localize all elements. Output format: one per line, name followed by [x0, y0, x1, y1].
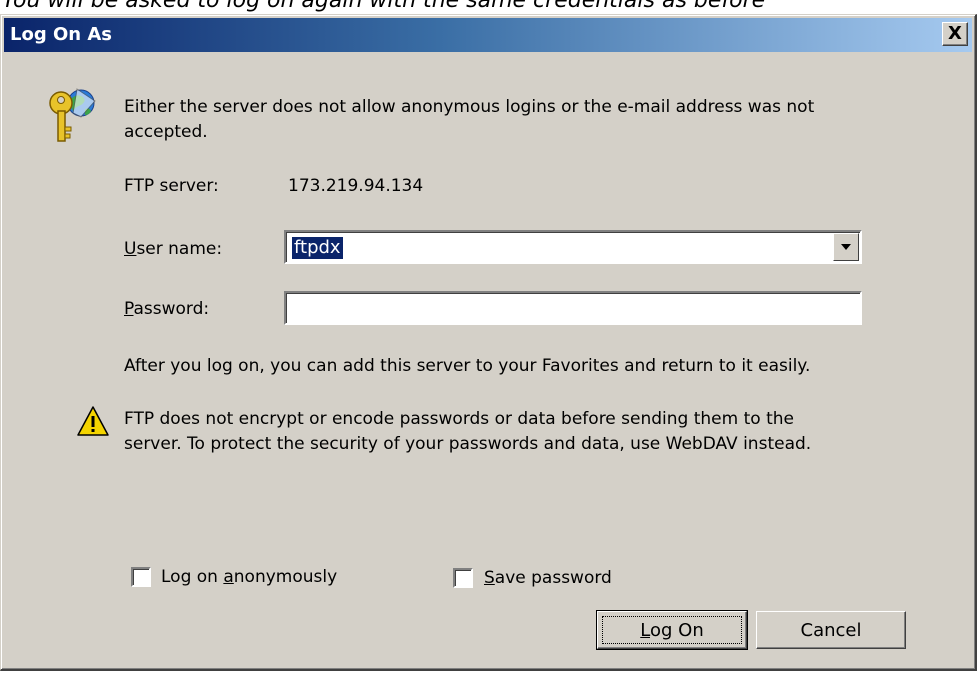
log-on-as-dialog: Log On As X Either the server does not a… [0, 14, 977, 671]
chevron-down-icon [841, 244, 851, 250]
ftp-server-value: 173.219.94.134 [288, 176, 424, 196]
save-password-checkbox[interactable] [453, 568, 473, 588]
background-text: You will be asked to log on again with t… [2, 0, 766, 13]
error-message-line1: Either the server does not allow anonymo… [124, 97, 815, 117]
error-message-line2: accepted. [124, 122, 208, 142]
close-icon: X [948, 23, 962, 44]
user-name-value[interactable]: ftpdx [292, 237, 343, 259]
warning-icon [77, 406, 109, 436]
user-name-dropdown-button[interactable] [833, 233, 859, 261]
user-name-combobox[interactable]: ftpdx [284, 230, 862, 264]
keys-icon [49, 88, 96, 142]
user-name-label: User name: [124, 239, 223, 259]
log-on-button[interactable]: Log On [596, 610, 748, 650]
password-field[interactable] [284, 291, 862, 325]
save-password-label[interactable]: Save password [484, 566, 612, 590]
log-on-anonymously-checkbox[interactable] [131, 567, 151, 587]
favorites-info: After you log on, you can add this serve… [124, 356, 811, 376]
cancel-button-label: Cancel [800, 619, 862, 641]
warning-line2: server. To protect the security of your … [124, 434, 812, 454]
log-on-anonymously-label[interactable]: Log on anonymously [161, 565, 337, 589]
ftp-server-label: FTP server: [124, 176, 219, 196]
warning-line1: FTP does not encrypt or encode passwords… [124, 409, 794, 429]
password-label: Password: [124, 299, 210, 319]
close-button[interactable]: X [942, 22, 968, 46]
cancel-button[interactable]: Cancel [756, 611, 906, 649]
title-bar[interactable]: Log On As X [4, 18, 972, 52]
dialog-title: Log On As [10, 24, 113, 45]
